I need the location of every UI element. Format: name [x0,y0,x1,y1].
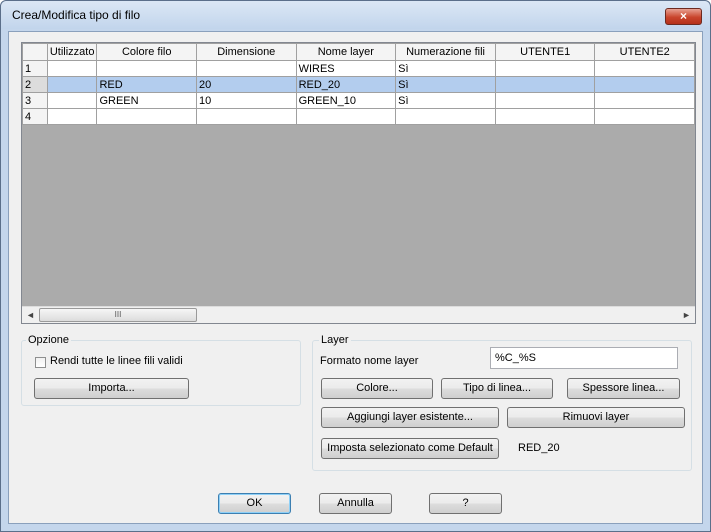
table-row[interactable]: 2 RED 20 RED_20 Sì [22,76,695,93]
column-header[interactable]: UTENTE1 [494,43,596,61]
grid-corner-header[interactable] [22,43,48,61]
remove-layer-button[interactable]: Rimuovi layer [507,407,685,428]
table-cell[interactable] [195,108,297,125]
column-header[interactable]: Nome layer [295,43,397,61]
table-cell[interactable]: 20 [195,76,297,93]
valid-lines-checkbox[interactable] [35,357,46,368]
scroll-right-arrow-icon[interactable]: ► [678,307,695,323]
table-cell[interactable] [594,92,695,109]
table-cell[interactable] [195,60,297,77]
dialog-client: Utilizzato Colore filo Dimensione Nome laye… [8,31,703,524]
add-existing-layer-button[interactable]: Aggiungi layer esistente... [321,407,499,428]
table-row[interactable]: 1 WIRES Sì [22,60,695,77]
table-cell[interactable] [494,108,596,125]
scroll-thumb[interactable]: III [39,308,197,322]
linetype-button[interactable]: Tipo di linea... [441,378,553,399]
table-cell[interactable] [96,60,197,77]
table-cell[interactable] [395,108,496,125]
opzione-group-label: Opzione [26,334,71,346]
table-cell[interactable]: 10 [195,92,297,109]
column-header[interactable]: Numerazione fili [395,43,496,61]
column-header[interactable]: UTENTE2 [594,43,695,61]
table-cell[interactable] [594,76,695,93]
color-button[interactable]: Colore... [321,378,433,399]
scroll-left-arrow-icon[interactable]: ◄ [22,307,39,323]
layer-group-label: Layer [319,334,351,346]
table-cell[interactable]: WIRES [295,60,397,77]
column-header[interactable]: Utilizzato [46,43,98,61]
table-cell[interactable] [594,60,695,77]
default-layer-value: RED_20 [518,442,560,454]
table-cell[interactable]: RED_20 [295,76,397,93]
table-cell[interactable]: GREEN [96,92,197,109]
table-cell[interactable] [96,108,197,125]
table-cell[interactable] [295,108,397,125]
table-cell[interactable] [46,92,98,109]
table-cell[interactable]: RED [96,76,197,93]
dialog-window: Crea/Modifica tipo di filo × Utilizzato C… [0,0,711,532]
table-cell[interactable]: Sì [395,76,496,93]
table-cell[interactable]: GREEN_10 [295,92,397,109]
set-default-button[interactable]: Imposta selezionato come Default [321,438,499,459]
row-header[interactable]: 1 [22,60,48,77]
layer-format-input[interactable]: %C_%S [490,347,678,369]
table-cell[interactable] [594,108,695,125]
row-header[interactable]: 3 [22,92,48,109]
import-button[interactable]: Importa... [34,378,189,399]
title-bar[interactable]: Crea/Modifica tipo di filo × [1,1,710,29]
cancel-button[interactable]: Annulla [319,493,392,514]
row-header[interactable]: 2 [22,76,48,93]
table-cell[interactable]: Sì [395,60,496,77]
horizontal-scrollbar[interactable]: ◄ III ► [22,306,695,323]
close-button[interactable]: × [665,8,702,25]
table-cell[interactable] [46,76,98,93]
table-row[interactable]: 4 [22,108,695,125]
table-cell[interactable] [494,60,596,77]
table-cell[interactable] [46,108,98,125]
layer-format-label: Formato nome layer [320,355,419,367]
table-cell[interactable] [494,92,596,109]
table-row[interactable]: 3 GREEN 10 GREEN_10 Sì [22,92,695,109]
wire-type-table: Utilizzato Colore filo Dimensione Nome laye… [22,43,695,125]
row-header[interactable]: 4 [22,108,48,125]
wire-type-grid: Utilizzato Colore filo Dimensione Nome laye… [21,42,696,324]
help-button[interactable]: ? [429,493,502,514]
window-title: Crea/Modifica tipo di filo [12,8,141,22]
ok-button[interactable]: OK [218,493,291,514]
column-header[interactable]: Colore filo [96,43,197,61]
column-header[interactable]: Dimensione [195,43,297,61]
table-cell[interactable] [46,60,98,77]
lineweight-button[interactable]: Spessore linea... [567,378,680,399]
layer-group: Layer Formato nome layer %C_%S Colore...… [312,334,692,471]
table-cell[interactable] [494,76,596,93]
table-cell[interactable]: Sì [395,92,496,109]
valid-lines-checkbox-label: Rendi tutte le linee fili validi [50,355,183,367]
opzione-group: Opzione Rendi tutte le linee fili validi… [21,334,301,406]
